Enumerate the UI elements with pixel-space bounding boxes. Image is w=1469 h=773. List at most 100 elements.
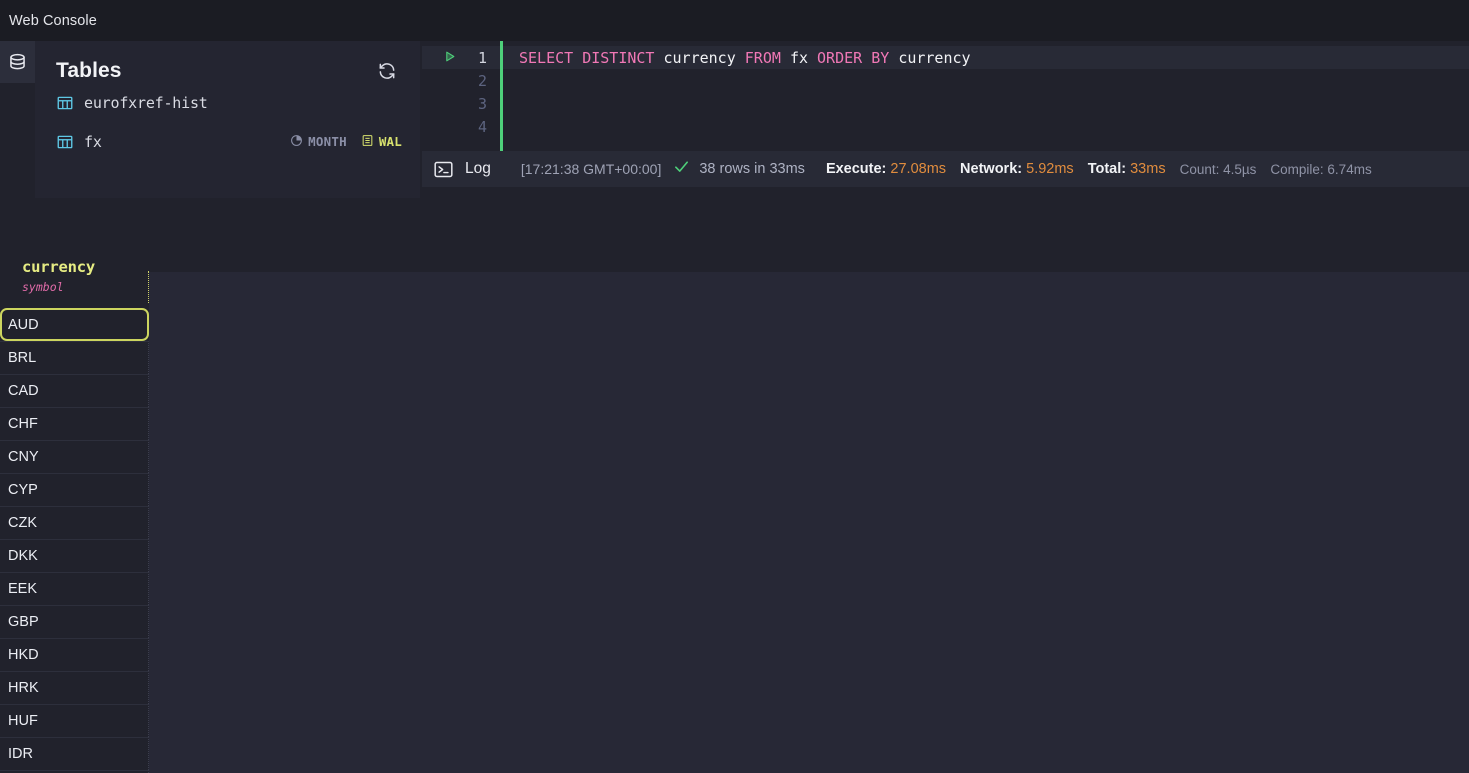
- sql-token: DISTINCT: [582, 48, 655, 67]
- log-label[interactable]: Log: [465, 160, 491, 178]
- editor-code-line[interactable]: [503, 69, 1469, 92]
- table-row[interactable]: CYP: [0, 473, 1469, 506]
- table-row[interactable]: CNY: [0, 440, 1469, 473]
- window-title: Web Console: [9, 12, 97, 29]
- editor-line-number[interactable]: 1: [422, 46, 500, 69]
- table-row[interactable]: IDR: [0, 737, 1469, 770]
- editor-code-area[interactable]: SELECT DISTINCT currency FROM fx ORDER B…: [500, 41, 1469, 151]
- grid-cell-currency[interactable]: CHF: [0, 407, 149, 440]
- grid-cell-currency[interactable]: AUD: [0, 308, 149, 341]
- terminal-icon: [433, 159, 454, 180]
- sql-token: fx: [789, 48, 808, 67]
- grid-row-filler: [149, 308, 1469, 341]
- results-grid-body: AUD BRL CAD CHF CNY CYP CZK DKK EEK GBP HKD HRK HUF I…: [0, 308, 1469, 773]
- grid-cell-currency[interactable]: GBP: [0, 605, 149, 638]
- sql-token: currency: [898, 48, 971, 67]
- grid-row-filler: [149, 572, 1469, 605]
- grid-cell-currency[interactable]: HRK: [0, 671, 149, 704]
- editor-code-line[interactable]: SELECT DISTINCT currency FROM fx ORDER B…: [503, 46, 1469, 69]
- metric-network: Network: 5.92ms: [960, 161, 1074, 177]
- grid-column-header-currency[interactable]: currency symbol: [0, 249, 149, 308]
- line-number-label: 2: [477, 71, 487, 90]
- table-row[interactable]: DKK: [0, 539, 1469, 572]
- table-row[interactable]: GBP: [0, 605, 1469, 638]
- grid-row-filler: [149, 704, 1469, 737]
- grid-row-filler: [149, 671, 1469, 704]
- sql-token: BY: [871, 48, 890, 67]
- tables-panel-title: Tables: [56, 59, 122, 82]
- grid-cell-currency[interactable]: HKD: [0, 638, 149, 671]
- metric-count: Count: 4.5µs: [1179, 161, 1257, 177]
- grid-row-filler: [149, 737, 1469, 770]
- table-row[interactable]: AUD: [0, 308, 1469, 341]
- grid-cell-currency[interactable]: CZK: [0, 506, 149, 539]
- table-icon: [56, 133, 74, 151]
- table-row[interactable]: CHF: [0, 407, 1469, 440]
- editor-line-number[interactable]: 4: [422, 115, 500, 138]
- table-row[interactable]: EEK: [0, 572, 1469, 605]
- table-badges: MONTH WAL: [290, 134, 402, 150]
- grid-cell-currency[interactable]: EEK: [0, 572, 149, 605]
- table-row[interactable]: HUF: [0, 704, 1469, 737]
- tables-panel-header: Tables: [35, 41, 420, 83]
- grid-cell-currency[interactable]: DKK: [0, 539, 149, 572]
- log-rows-count: 38 rows in 33ms: [699, 161, 805, 177]
- partition-badge-label: MONTH: [308, 134, 347, 149]
- partition-badge: MONTH: [290, 134, 347, 150]
- grid-cell-currency[interactable]: CNY: [0, 440, 149, 473]
- metric-label: Network:: [960, 161, 1023, 177]
- editor-code-line[interactable]: [503, 92, 1469, 115]
- grid-column-type: symbol: [22, 280, 64, 294]
- results-grid: currency symbol AUD BRL CAD CHF CNY CYP CZK DKK…: [0, 249, 1469, 773]
- sql-token: FROM: [744, 48, 781, 67]
- metric-label: Execute:: [825, 161, 887, 177]
- grid-row-filler: [149, 638, 1469, 671]
- table-row[interactable]: CAD: [0, 374, 1469, 407]
- table-name: fx: [84, 132, 102, 151]
- grid-cell-currency[interactable]: BRL: [0, 341, 149, 374]
- grid-cell-currency[interactable]: HUF: [0, 704, 149, 737]
- window-titlebar: Web Console: [0, 0, 1469, 41]
- grid-row-filler: [149, 407, 1469, 440]
- refresh-icon[interactable]: [376, 60, 398, 82]
- sql-editor-panel: 1 2 3 4 SELECT DISTINCT currency FROM fx…: [422, 41, 1469, 187]
- wal-badge: WAL: [361, 134, 402, 150]
- column-resize-handle[interactable]: [148, 271, 149, 303]
- grid-row-filler: [149, 506, 1469, 539]
- wal-badge-label: WAL: [378, 134, 402, 149]
- table-icon: [56, 94, 74, 112]
- grid-cell-currency[interactable]: CAD: [0, 374, 149, 407]
- run-query-icon[interactable]: [443, 49, 456, 67]
- table-row[interactable]: BRL: [0, 341, 1469, 374]
- grid-row-filler: [149, 341, 1469, 374]
- grid-header-filler: [149, 272, 1469, 308]
- grid-row-filler: [149, 539, 1469, 572]
- grid-row-filler: [149, 605, 1469, 638]
- sql-token: currency: [663, 48, 736, 67]
- metric-total: Total: 33ms: [1088, 161, 1166, 177]
- database-icon: [7, 52, 28, 73]
- grid-cell-currency[interactable]: IDR: [0, 737, 149, 770]
- editor-line-number[interactable]: 2: [422, 69, 500, 92]
- table-name: eurofxref-hist: [84, 93, 208, 112]
- metric-execute: Execute: 27.08ms: [826, 161, 946, 177]
- log-timestamp: [17:21:38 GMT+00:00]: [520, 161, 662, 177]
- table-row[interactable]: CZK: [0, 506, 1469, 539]
- line-number-label: 4: [477, 117, 487, 136]
- table-list-item[interactable]: eurofxref-hist: [35, 83, 420, 122]
- editor-line-number[interactable]: 3: [422, 92, 500, 115]
- tables-panel: Tables eurofxref-hist fx MONTH WAL: [35, 41, 420, 198]
- table-row[interactable]: HKD: [0, 638, 1469, 671]
- editor-code-line[interactable]: [503, 115, 1469, 138]
- table-list-item[interactable]: fx MONTH WAL: [35, 122, 420, 161]
- grid-row-filler: [149, 473, 1469, 506]
- sql-editor: 1 2 3 4 SELECT DISTINCT currency FROM fx…: [422, 41, 1469, 151]
- wal-icon: [361, 134, 374, 150]
- grid-cell-currency[interactable]: CYP: [0, 473, 149, 506]
- sidebar-item-tables[interactable]: [0, 41, 35, 83]
- table-row[interactable]: HRK: [0, 671, 1469, 704]
